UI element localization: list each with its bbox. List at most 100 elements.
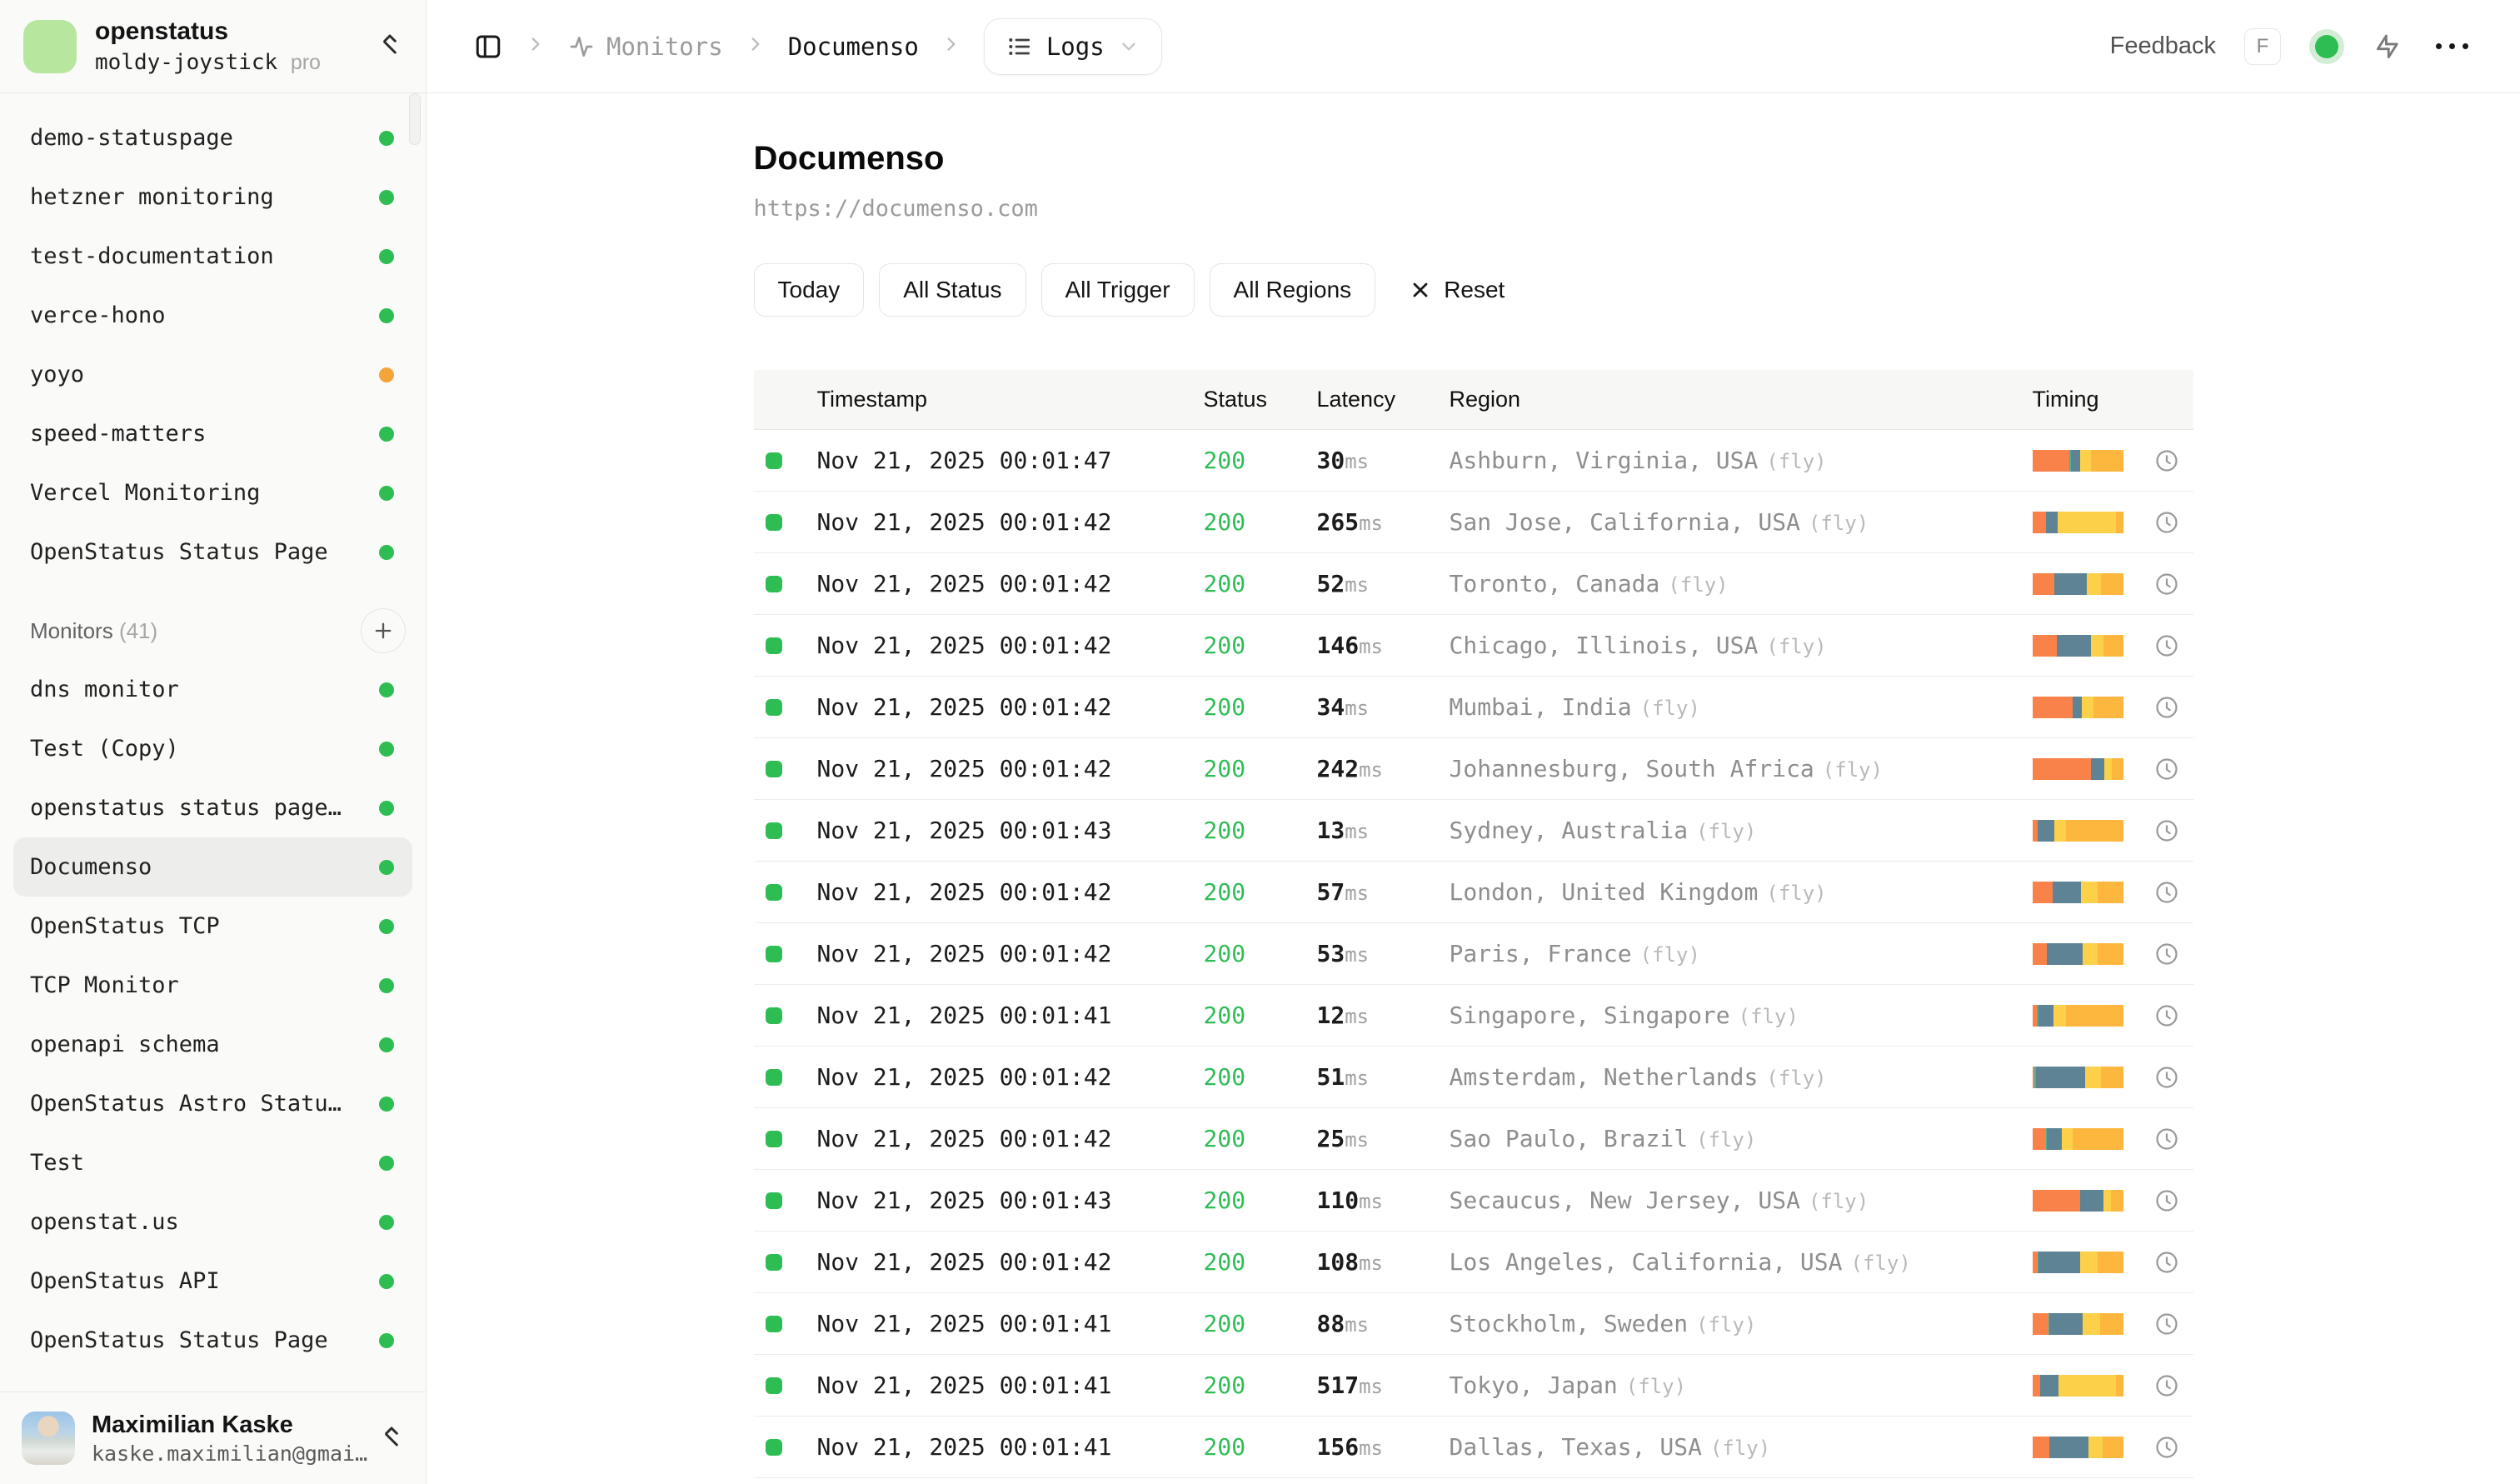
log-row[interactable]: Nov 21, 2025 00:01:4120012msSingapore, S… [754, 985, 2193, 1047]
timing-phase-bar [2033, 820, 2124, 842]
clock-icon[interactable] [2154, 572, 2179, 597]
log-row[interactable]: Nov 21, 2025 00:01:42200146msChicago, Il… [754, 615, 2193, 677]
log-row[interactable]: Nov 21, 2025 00:01:4320013msSydney, Aust… [754, 800, 2193, 862]
log-row[interactable]: Nov 21, 2025 00:01:43200110msSecaucus, N… [754, 1170, 2193, 1232]
status-dot-up [379, 742, 394, 757]
log-row[interactable]: Nov 21, 2025 00:01:4220052msToronto, Can… [754, 553, 2193, 615]
log-row[interactable]: Nov 21, 2025 00:01:41200517msTokyo, Japa… [754, 1355, 2193, 1417]
filter-all-regions[interactable]: All Regions [1210, 263, 1376, 317]
timing-phase-bar [2033, 943, 2124, 965]
view-selector-dropdown[interactable]: Logs [984, 18, 1162, 75]
log-timestamp: Nov 21, 2025 00:01:42 [817, 878, 1112, 906]
log-status-code: 200 [1204, 1372, 1246, 1399]
log-latency-value: 110 [1317, 1187, 1360, 1214]
sidebar-item-label: Documenso [30, 854, 152, 880]
workspace-status-indicator[interactable] [2309, 29, 2344, 64]
clock-icon[interactable] [2154, 448, 2179, 473]
log-region-provider: (fly) [1766, 882, 1826, 905]
sidebar-item-documenso[interactable]: Documenso [13, 837, 412, 897]
log-latency-value: 53 [1317, 940, 1345, 967]
filter-all-trigger[interactable]: All Trigger [1041, 263, 1195, 317]
log-latency-value: 52 [1317, 570, 1345, 597]
log-latency-unit: ms [1345, 450, 1369, 473]
clock-icon[interactable] [2154, 1435, 2179, 1460]
sidebar-item-openapi-schema[interactable]: openapi schema [13, 1015, 412, 1074]
sidebar-toggle-button[interactable] [473, 32, 503, 62]
clock-icon[interactable] [2154, 942, 2179, 967]
filter-all-status[interactable]: All Status [879, 263, 1025, 317]
user-menu[interactable]: Maximilian Kaske kaske.maximilian@gmail… [0, 1392, 426, 1484]
sidebar-item-openstatus-status-page[interactable]: OpenStatus Status Page [13, 522, 412, 582]
sidebar-item-openstatus-status-page[interactable]: OpenStatus Status Page [13, 1311, 412, 1370]
feedback-button[interactable]: Feedback [2110, 32, 2216, 60]
clock-icon[interactable] [2154, 757, 2179, 782]
breadcrumb-monitors[interactable]: Monitors [568, 32, 723, 61]
sidebar-item-demo-statuspage[interactable]: demo-statuspage [13, 108, 412, 167]
log-region-provider: (fly) [1851, 1252, 1911, 1275]
log-row[interactable]: Nov 21, 2025 00:01:42200242msJohannesbur… [754, 738, 2193, 800]
log-row[interactable]: Nov 21, 2025 00:01:4120088msStockholm, S… [754, 1293, 2193, 1355]
log-row[interactable]: Nov 21, 2025 00:01:4720030msAshburn, Vir… [754, 430, 2193, 492]
clock-icon[interactable] [2154, 695, 2179, 720]
log-row[interactable]: Nov 21, 2025 00:01:41200156msDallas, Tex… [754, 1417, 2193, 1478]
sidebar-item-speed-matters[interactable]: speed-matters [13, 404, 412, 463]
timing-phase-bar [2033, 573, 2124, 595]
log-row[interactable]: Nov 21, 2025 00:01:4220034msMumbai, Indi… [754, 677, 2193, 738]
monitor-url[interactable]: https://documenso.com [754, 196, 2193, 222]
org-name: openstatus [95, 17, 377, 47]
clock-icon[interactable] [2154, 1250, 2179, 1275]
sidebar-item-openstatus-tcp[interactable]: OpenStatus TCP [13, 897, 412, 956]
sidebar-item-openstat-us[interactable]: openstat.us [13, 1192, 412, 1252]
log-row[interactable]: Nov 21, 2025 00:01:42200265msSan Jose, C… [754, 492, 2193, 553]
log-region-provider: (fly) [1640, 943, 1700, 967]
sidebar-item-tcp-monitor[interactable]: TCP Monitor [13, 956, 412, 1015]
view-selector-label: Logs [1046, 32, 1105, 61]
log-status-code: 200 [1204, 1187, 1246, 1214]
breadcrumb-documenso[interactable]: Documenso [788, 32, 919, 61]
clock-icon[interactable] [2154, 510, 2179, 535]
clock-icon[interactable] [2154, 1065, 2179, 1090]
log-row[interactable]: Nov 21, 2025 00:01:42200108msLos Angeles… [754, 1232, 2193, 1293]
close-icon [1409, 278, 1432, 302]
clock-icon[interactable] [2154, 880, 2179, 905]
command-menu-button[interactable] [2373, 32, 2403, 62]
sidebar-item-test[interactable]: Test [13, 1133, 412, 1192]
sidebar-item-openstatus-api[interactable]: OpenStatus API [13, 1252, 412, 1311]
sidebar-item-test-documentation[interactable]: test-documentation [13, 227, 412, 286]
sidebar-item-verce-hono[interactable]: verce-hono [13, 286, 412, 345]
clock-icon[interactable] [2154, 1127, 2179, 1152]
log-status-code: 200 [1204, 508, 1246, 536]
log-row[interactable]: Nov 21, 2025 00:01:4220025msSao Paulo, B… [754, 1108, 2193, 1170]
column-header-latency: Latency [1317, 387, 1450, 412]
sidebar-scrollbar-thumb[interactable] [409, 93, 421, 145]
sidebar-item-test-copy[interactable]: Test (Copy) [13, 719, 412, 778]
timing-phase-bar [2033, 697, 2124, 718]
status-ok-indicator [766, 1131, 782, 1147]
reset-filters-button[interactable]: Reset [1390, 263, 1523, 317]
sidebar-item-vercel-monitoring[interactable]: Vercel Monitoring [13, 463, 412, 522]
clock-icon[interactable] [2154, 1003, 2179, 1028]
log-row[interactable]: Nov 21, 2025 00:01:4220057msLondon, Unit… [754, 862, 2193, 923]
clock-icon[interactable] [2154, 1373, 2179, 1398]
sidebar-item-openstatus-status-page[interactable]: openstatus status page… [13, 778, 412, 837]
clock-icon[interactable] [2154, 1188, 2179, 1213]
clock-icon[interactable] [2154, 1312, 2179, 1337]
sidebar-item-yoyo[interactable]: yoyo [13, 345, 412, 404]
sidebar-item-openstatus-astro-statu[interactable]: OpenStatus Astro Statu… [13, 1074, 412, 1133]
more-options-button[interactable] [2431, 38, 2473, 54]
clock-icon[interactable] [2154, 818, 2179, 843]
log-region: Toronto, Canada [1450, 570, 1660, 597]
org-switcher[interactable]: openstatus moldy-joystick pro [0, 0, 426, 93]
add-monitor-button[interactable] [361, 608, 406, 653]
status-dot-up [379, 919, 394, 934]
sidebar-item-dns-monitor[interactable]: dns monitor [13, 660, 412, 719]
filter-today[interactable]: Today [754, 263, 865, 317]
log-row[interactable]: Nov 21, 2025 00:01:4220051msAmsterdam, N… [754, 1047, 2193, 1108]
status-ok-indicator [766, 637, 782, 654]
log-status-code: 200 [1204, 632, 1246, 659]
clock-icon[interactable] [2154, 633, 2179, 658]
sidebar-item-hetzner-monitoring[interactable]: hetzner monitoring [13, 167, 412, 227]
log-region-provider: (fly) [1696, 820, 1756, 843]
status-ok-indicator [766, 1007, 782, 1024]
log-row[interactable]: Nov 21, 2025 00:01:4220053msParis, Franc… [754, 923, 2193, 985]
